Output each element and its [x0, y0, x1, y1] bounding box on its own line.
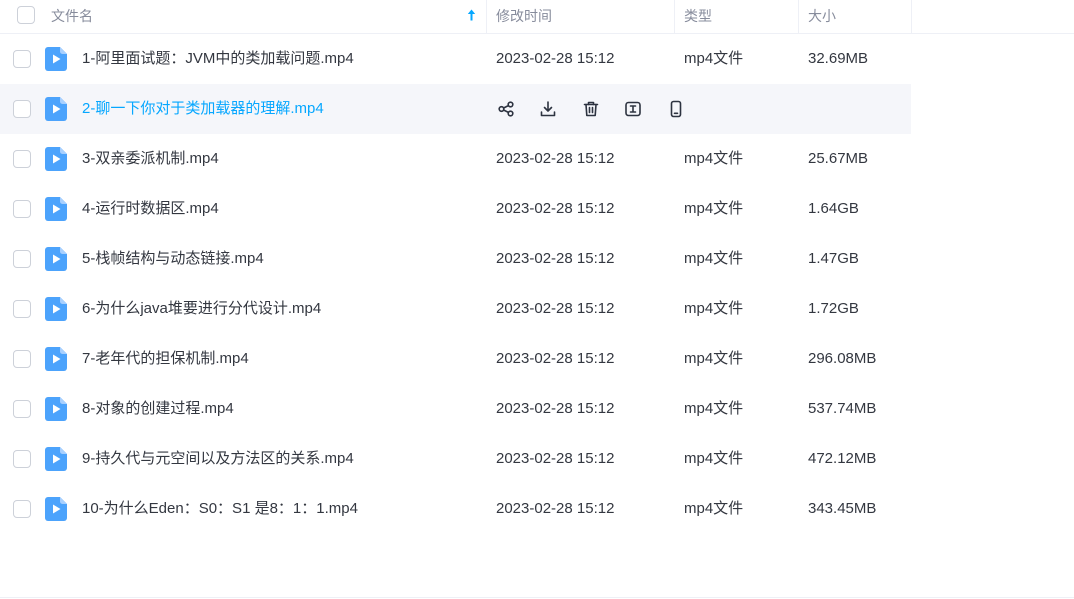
- file-name[interactable]: 2-聊一下你对于类加载器的理解.mp4: [82, 84, 324, 134]
- file-row[interactable]: 8-对象的创建过程.mp4 2023-02-28 15:12 mp4文件 537…: [0, 384, 911, 434]
- file-checkbox[interactable]: [13, 500, 31, 518]
- file-row[interactable]: 9-持久代与元空间以及方法区的关系.mp4 2023-02-28 15:12 m…: [0, 434, 911, 484]
- file-type: mp4文件: [684, 50, 744, 67]
- video-file-icon[interactable]: [45, 497, 67, 521]
- table-header: 文件名 修改时间 类型 大小: [0, 0, 1074, 34]
- column-resize-handle[interactable]: [674, 0, 675, 33]
- column-resize-handle[interactable]: [798, 0, 799, 33]
- file-row[interactable]: 1-阿里面试题：JVM中的类加载问题.mp4 2023-02-28 15:12 …: [0, 34, 911, 84]
- video-file-icon[interactable]: [45, 297, 67, 321]
- file-name[interactable]: 4-运行时数据区.mp4: [82, 184, 219, 234]
- column-resize-handle[interactable]: [911, 0, 912, 33]
- file-name[interactable]: 3-双亲委派机制.mp4: [82, 134, 219, 184]
- column-header-name[interactable]: 文件名: [51, 0, 93, 32]
- file-name[interactable]: 1-阿里面试题：JVM中的类加载问题.mp4: [82, 34, 354, 84]
- video-file-icon[interactable]: [45, 247, 67, 271]
- video-file-icon[interactable]: [45, 347, 67, 371]
- file-row[interactable]: 5-栈帧结构与动态链接.mp4 2023-02-28 15:12 mp4文件 1…: [0, 234, 911, 284]
- file-checkbox[interactable]: [13, 200, 31, 218]
- select-all-checkbox[interactable]: [17, 6, 35, 24]
- file-size: 343.45MB: [808, 500, 877, 517]
- video-file-icon[interactable]: [45, 447, 67, 471]
- file-row[interactable]: 2-聊一下你对于类加载器的理解.mp4: [0, 84, 911, 134]
- file-type: mp4文件: [684, 300, 744, 317]
- file-name[interactable]: 6-为什么java堆要进行分代设计.mp4: [82, 284, 321, 334]
- file-size: 296.08MB: [808, 350, 877, 367]
- bottom-divider: [0, 597, 1074, 598]
- video-file-icon[interactable]: [45, 147, 67, 171]
- file-name[interactable]: 7-老年代的担保机制.mp4: [82, 334, 249, 384]
- file-checkbox[interactable]: [13, 400, 31, 418]
- file-size: 1.72GB: [808, 300, 859, 317]
- file-modified-time: 2023-02-28 15:12: [496, 500, 615, 517]
- file-checkbox[interactable]: [13, 100, 31, 118]
- file-type: mp4文件: [684, 450, 744, 467]
- file-modified-time: 2023-02-28 15:12: [496, 350, 615, 367]
- video-file-icon[interactable]: [45, 97, 67, 121]
- file-size: 1.47GB: [808, 250, 859, 267]
- file-size: 32.69MB: [808, 50, 869, 67]
- file-type: mp4文件: [684, 500, 744, 517]
- rename-icon[interactable]: [624, 100, 642, 118]
- file-name[interactable]: 8-对象的创建过程.mp4: [82, 384, 234, 434]
- column-resize-handle[interactable]: [486, 0, 487, 33]
- file-checkbox[interactable]: [13, 250, 31, 268]
- send-to-phone-icon[interactable]: [667, 100, 685, 118]
- file-name[interactable]: 10-为什么Eden：S0：S1 是8：1：1.mp4: [82, 484, 358, 534]
- file-checkbox[interactable]: [13, 350, 31, 368]
- file-name[interactable]: 5-栈帧结构与动态链接.mp4: [82, 234, 264, 284]
- column-header-size[interactable]: 大小: [808, 0, 836, 32]
- file-name[interactable]: 9-持久代与元空间以及方法区的关系.mp4: [82, 434, 354, 484]
- column-header-modified[interactable]: 修改时间: [496, 0, 552, 32]
- file-row[interactable]: 3-双亲委派机制.mp4 2023-02-28 15:12 mp4文件 25.6…: [0, 134, 911, 184]
- file-checkbox[interactable]: [13, 450, 31, 468]
- file-type: mp4文件: [684, 350, 744, 367]
- file-checkbox[interactable]: [13, 300, 31, 318]
- download-icon[interactable]: [539, 100, 557, 118]
- file-modified-time: 2023-02-28 15:12: [496, 150, 615, 167]
- file-modified-time: 2023-02-28 15:12: [496, 200, 615, 217]
- video-file-icon[interactable]: [45, 47, 67, 71]
- file-row[interactable]: 4-运行时数据区.mp4 2023-02-28 15:12 mp4文件 1.64…: [0, 184, 911, 234]
- file-size: 537.74MB: [808, 400, 877, 417]
- file-row[interactable]: 7-老年代的担保机制.mp4 2023-02-28 15:12 mp4文件 29…: [0, 334, 911, 384]
- file-size: 1.64GB: [808, 200, 859, 217]
- file-modified-time: 2023-02-28 15:12: [496, 450, 615, 467]
- video-file-icon[interactable]: [45, 397, 67, 421]
- file-row[interactable]: 10-为什么Eden：S0：S1 是8：1：1.mp4 2023-02-28 1…: [0, 484, 911, 534]
- file-checkbox[interactable]: [13, 150, 31, 168]
- file-type: mp4文件: [684, 400, 744, 417]
- file-modified-time: 2023-02-28 15:12: [496, 400, 615, 417]
- file-row[interactable]: 6-为什么java堆要进行分代设计.mp4 2023-02-28 15:12 m…: [0, 284, 911, 334]
- file-modified-time: 2023-02-28 15:12: [496, 300, 615, 317]
- file-size: 472.12MB: [808, 450, 877, 467]
- file-modified-time: 2023-02-28 15:12: [496, 50, 615, 67]
- file-type: mp4文件: [684, 250, 744, 267]
- file-type: mp4文件: [684, 150, 744, 167]
- sort-ascending-icon[interactable]: [467, 9, 476, 21]
- file-checkbox[interactable]: [13, 50, 31, 68]
- file-type: mp4文件: [684, 200, 744, 217]
- file-list: 文件名 修改时间 类型 大小 1-阿里面试题：JVM中的类加载问题.mp4 20…: [0, 0, 1074, 599]
- delete-icon[interactable]: [582, 100, 600, 118]
- column-header-type[interactable]: 类型: [684, 0, 712, 32]
- file-modified-time: 2023-02-28 15:12: [496, 250, 615, 267]
- file-size: 25.67MB: [808, 150, 869, 167]
- share-icon[interactable]: [497, 100, 515, 118]
- video-file-icon[interactable]: [45, 197, 67, 221]
